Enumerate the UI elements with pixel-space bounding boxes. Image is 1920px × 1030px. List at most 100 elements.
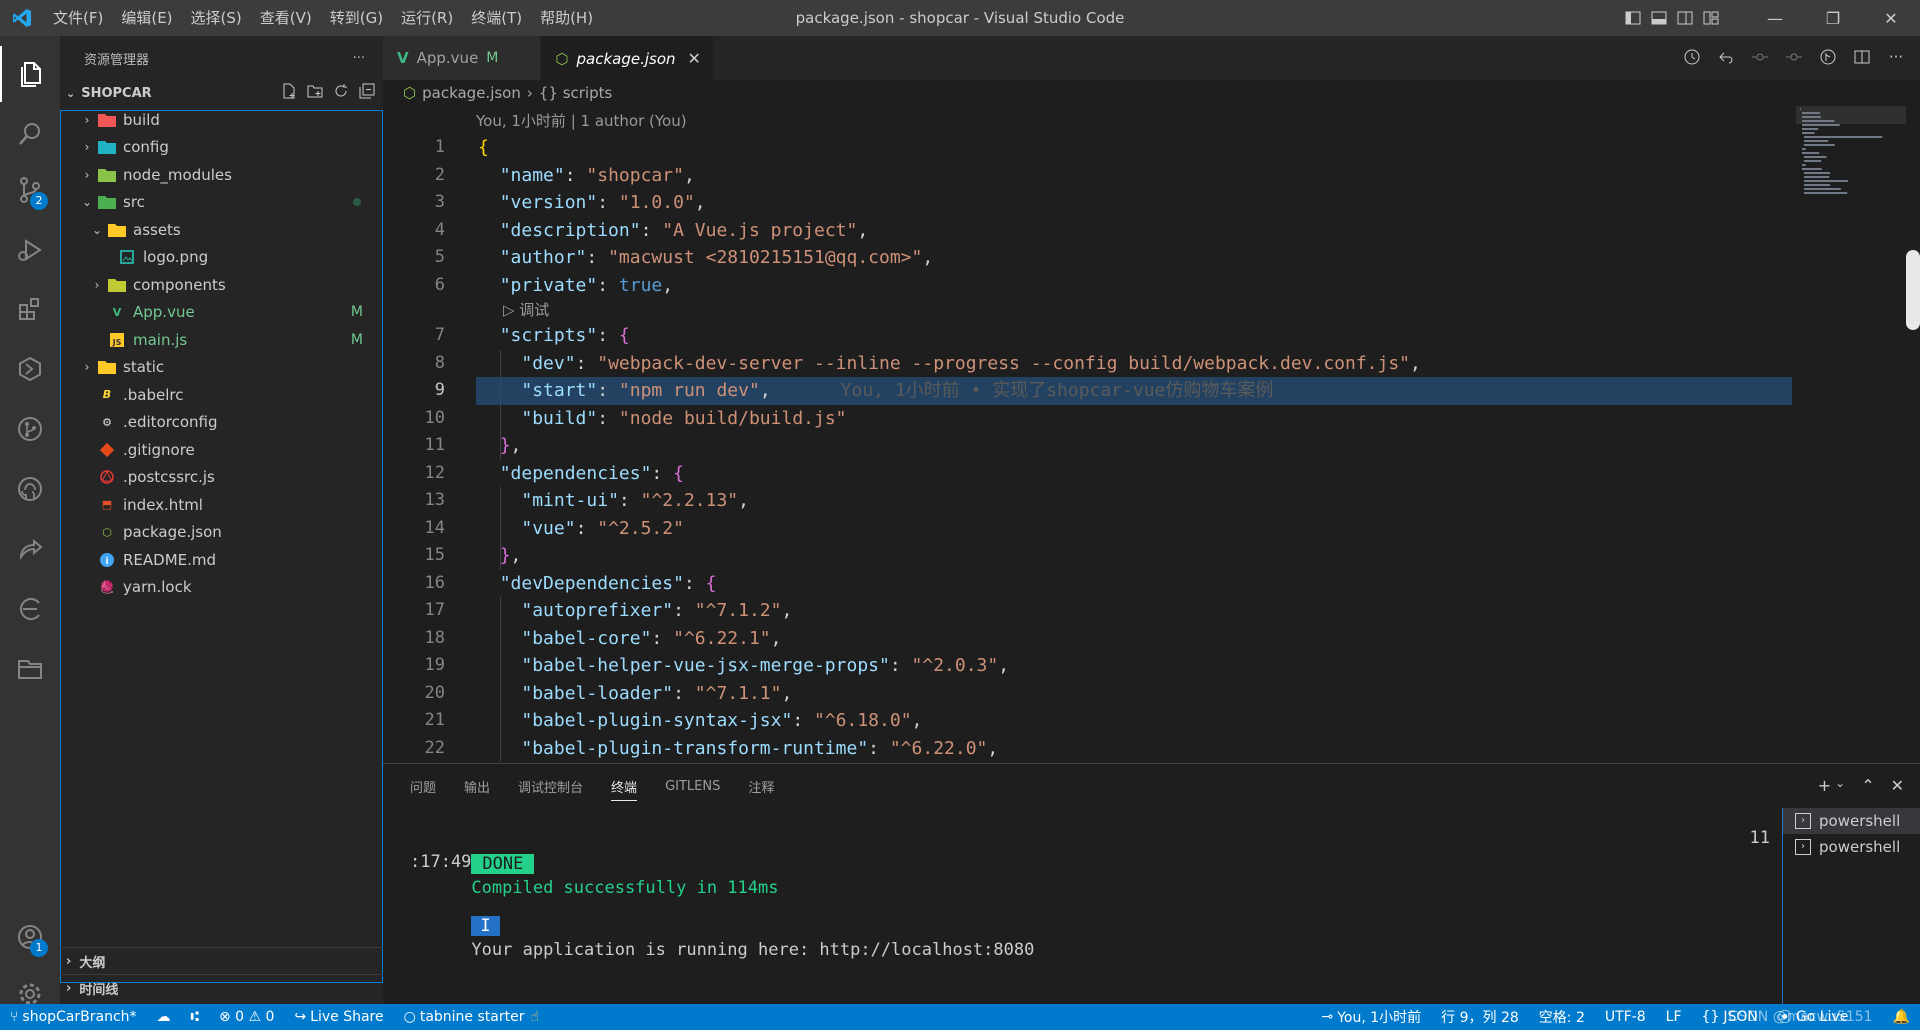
terminal-output[interactable]: DONE Compiled successfully in 114ms :17:… — [410, 828, 1034, 960]
live-share-icon[interactable] — [0, 521, 60, 577]
tree-item[interactable]: .postcssrc.js — [60, 464, 383, 492]
eol-status[interactable]: LF — [1656, 1004, 1692, 1030]
more-actions-icon[interactable]: ··· — [1886, 46, 1906, 68]
accounts-icon[interactable]: 1 — [0, 909, 60, 965]
sync-icon[interactable]: ☁ — [147, 1004, 181, 1030]
live-share-status[interactable]: ↪ Live Share — [284, 1004, 393, 1030]
tree-item[interactable]: B .babelrc — [60, 381, 383, 409]
menu-item[interactable]: 选择(S) — [182, 0, 251, 36]
toggle-sidebar-icon[interactable] — [1620, 0, 1646, 36]
tree-item-label: package.json — [123, 523, 222, 542]
close-panel-icon[interactable]: ✕ — [1891, 776, 1904, 795]
open-changes-icon[interactable] — [1682, 46, 1702, 68]
tree-item[interactable]: › components — [60, 271, 383, 299]
tree-item[interactable]: V App.vue M — [60, 299, 383, 327]
tree-item[interactable]: › config — [60, 134, 383, 162]
terminal-dropdown-icon[interactable]: ⌄ — [1835, 776, 1845, 795]
explorer-icon[interactable] — [0, 46, 60, 102]
indentation-status[interactable]: 空格: 2 — [1529, 1004, 1595, 1030]
source-control-icon[interactable]: 2 — [0, 162, 60, 218]
line-number: 4 — [434, 219, 445, 240]
tree-item[interactable]: ⌄ assets — [60, 216, 383, 244]
project-manager-icon[interactable] — [0, 641, 60, 697]
close-window-button[interactable]: ✕ — [1862, 0, 1920, 36]
github-icon[interactable] — [0, 461, 60, 517]
menu-item[interactable]: 终端(T) — [462, 0, 531, 36]
refresh-icon[interactable] — [333, 83, 349, 103]
panel-tab[interactable]: 输出 — [464, 777, 490, 796]
terminal-item[interactable]: › powershell — [1783, 834, 1920, 860]
breadcrumb-symbol[interactable]: {} scripts — [539, 84, 612, 102]
debug-codelens[interactable]: ▷ 调试 — [383, 299, 1920, 322]
previous-revision-icon[interactable] — [1750, 46, 1770, 68]
tree-item[interactable]: i README.md — [60, 546, 383, 574]
menu-item[interactable]: 帮助(H) — [531, 0, 602, 36]
collapse-all-icon[interactable] — [359, 83, 375, 103]
scm-badge: 2 — [30, 192, 48, 210]
workspace-section-header[interactable]: ⌄ SHOPCAR — [60, 80, 383, 106]
search-icon[interactable] — [0, 106, 60, 162]
new-file-icon[interactable] — [281, 83, 297, 103]
next-revision-icon[interactable] — [1784, 46, 1804, 68]
notifications-icon[interactable]: 🔔 — [1883, 1004, 1920, 1030]
tree-item[interactable]: ⌄ src — [60, 189, 383, 217]
problems-status[interactable]: ⊗ 0 ⚠ 0 — [209, 1004, 285, 1030]
tree-item[interactable]: › static — [60, 354, 383, 382]
tree-item[interactable]: › build — [60, 106, 383, 134]
encoding-status[interactable]: UTF-8 — [1595, 1004, 1656, 1030]
split-editor-icon[interactable] — [1852, 46, 1872, 68]
cursor-position[interactable]: 行 9，列 28 — [1431, 1004, 1529, 1030]
menu-item[interactable]: 编辑(E) — [112, 0, 181, 36]
blame-status[interactable]: ⊸ You, 1小时前 — [1311, 1004, 1431, 1030]
new-terminal-icon[interactable]: + — [1818, 776, 1831, 795]
tree-item[interactable]: ⚙ .editorconfig — [60, 409, 383, 437]
tree-item-label: components — [133, 275, 226, 294]
new-folder-icon[interactable] — [307, 83, 323, 103]
gitlens-blame-header[interactable]: You, 1小时前 | 1 author (You) — [476, 108, 687, 134]
toggle-secondary-sidebar-icon[interactable] — [1672, 0, 1698, 36]
outline-section[interactable]: › 大纲 — [60, 947, 383, 974]
timeline-section[interactable]: › 时间线 — [60, 974, 383, 1001]
menu-item[interactable]: 文件(F) — [44, 0, 112, 36]
branch-status[interactable]: ⑂ shopCarBranch* — [0, 1004, 147, 1030]
customize-layout-icon[interactable] — [1698, 0, 1724, 36]
tree-item[interactable]: ⬒ index.html — [60, 491, 383, 519]
remote-explorer-icon[interactable] — [0, 341, 60, 397]
run-debug-icon[interactable] — [0, 222, 60, 278]
tree-item-label: .editorconfig — [123, 413, 218, 432]
breadcrumb-file[interactable]: package.json — [422, 84, 521, 102]
code-editor[interactable]: 1{2 "name": "shopcar", 3 "version": "1.0.… — [383, 134, 1920, 762]
restore-button[interactable]: ❐ — [1804, 0, 1862, 36]
panel-tab[interactable]: GITLENS — [665, 779, 720, 794]
tab-app-vue[interactable]: V App.vue M — [383, 36, 542, 80]
panel-tab[interactable]: 终端 — [611, 777, 638, 801]
gitlens-graph-icon[interactable]: ⑆ — [181, 1004, 209, 1030]
toggle-panel-icon[interactable] — [1646, 0, 1672, 36]
tab-package-json[interactable]: ⬡ package.json ✕ — [541, 36, 714, 80]
gitlens-toggle-icon[interactable] — [1818, 46, 1838, 68]
minimap[interactable] — [1796, 106, 1906, 226]
gitlens-icon[interactable] — [0, 401, 60, 457]
timeline-view-icon[interactable] — [0, 581, 60, 637]
editor-scrollbar[interactable] — [1906, 250, 1920, 330]
terminal-item[interactable]: › powershell — [1783, 808, 1920, 834]
menu-item[interactable]: 运行(R) — [392, 0, 462, 36]
tabnine-status[interactable]: ○ tabnine starter ☝ — [394, 1004, 549, 1030]
panel-tab[interactable]: 调试控制台 — [518, 777, 583, 796]
maximize-panel-icon[interactable]: ⌃ — [1861, 776, 1874, 795]
tree-item[interactable]: .gitignore — [60, 436, 383, 464]
menu-item[interactable]: 查看(V) — [251, 0, 321, 36]
tree-item[interactable]: ⬡ package.json — [60, 519, 383, 547]
panel-tab[interactable]: 注释 — [748, 777, 774, 796]
tree-item[interactable]: › node_modules — [60, 161, 383, 189]
explorer-more-icon[interactable]: ··· — [353, 51, 365, 66]
extensions-icon[interactable] — [0, 281, 60, 337]
close-tab-icon[interactable]: ✕ — [688, 49, 701, 68]
tree-item[interactable]: 🧶 yarn.lock — [60, 574, 383, 602]
menu-item[interactable]: 转到(G) — [321, 0, 392, 36]
panel-tab[interactable]: 问题 — [410, 777, 436, 796]
go-back-icon[interactable] — [1716, 46, 1736, 68]
tree-item[interactable]: JS main.js M — [60, 326, 383, 354]
tree-item[interactable]: logo.png — [60, 244, 383, 272]
minimize-button[interactable]: — — [1746, 0, 1804, 36]
